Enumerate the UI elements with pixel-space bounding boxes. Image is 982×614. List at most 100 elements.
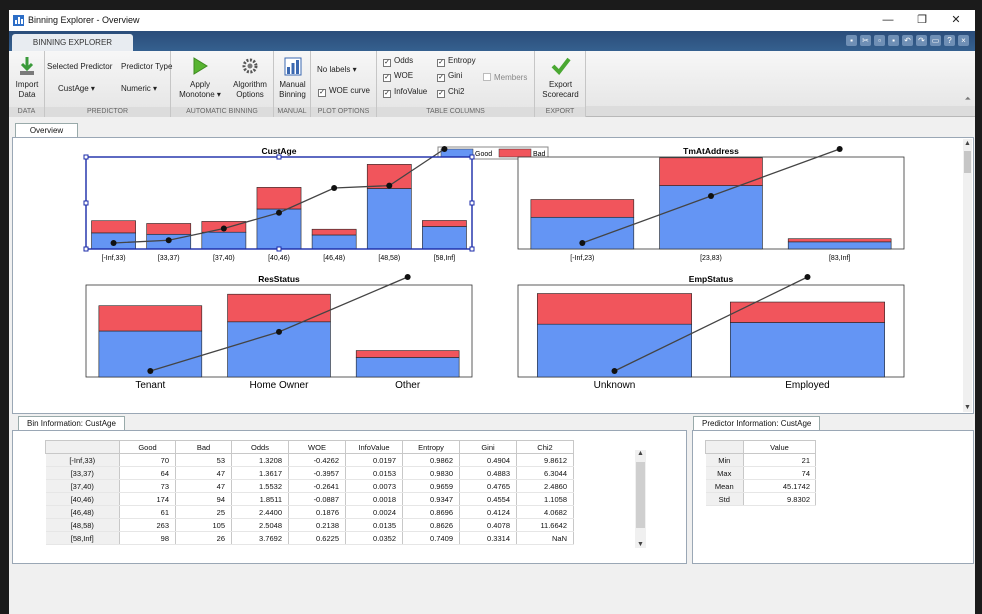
selection-handle[interactable] (469, 200, 475, 206)
tab-predictor-information[interactable]: Predictor Information: CustAge (693, 416, 821, 431)
paste-icon[interactable]: ▪ (888, 35, 899, 46)
restore-button[interactable]: ❐ (907, 12, 937, 28)
bar-good[interactable] (787, 241, 892, 250)
selection-handle[interactable] (83, 246, 89, 252)
manual-binning-button[interactable]: Manual Binning (276, 55, 309, 100)
table-row[interactable]: [40,46) 174 94 1.8511 -0.0887 0.0018 0.9347 0.4… (45, 492, 574, 506)
woe-point (147, 368, 154, 374)
column-header[interactable]: Entropy (402, 440, 460, 454)
woe-point (611, 368, 618, 374)
table-row[interactable]: [37,40) 73 47 1.5532 -0.2641 0.0073 0.9659 0.47… (45, 479, 574, 493)
scroll-down-icon[interactable]: ▼ (963, 404, 972, 411)
import-data-button[interactable]: Import Data (11, 55, 43, 100)
redo-icon[interactable]: ↷ (916, 35, 927, 46)
table-columns-group-label: TABLE COLUMNS (377, 107, 534, 117)
save-icon[interactable]: ▪ (846, 35, 857, 46)
column-header[interactable]: Chi2 (516, 440, 574, 454)
selection-handle[interactable] (469, 246, 475, 252)
selection-handle[interactable] (276, 246, 282, 252)
tick-label: Employed (785, 380, 829, 391)
bar-bad[interactable] (227, 293, 331, 323)
woe-point (331, 184, 338, 191)
bar-good[interactable] (366, 188, 412, 250)
close-icon[interactable]: × (958, 35, 969, 46)
column-header[interactable]: WOE (288, 440, 346, 454)
bar-bad[interactable] (311, 228, 357, 236)
infovalue-checkbox[interactable]: ✓ InfoValue (383, 87, 427, 98)
entropy-checkbox[interactable]: ✓ Entropy (437, 56, 476, 67)
chevron-down-icon: ▾ (216, 90, 221, 99)
bar-bad[interactable] (98, 305, 203, 332)
labels-dropdown[interactable]: No labels ▾ (317, 65, 357, 74)
scroll-up-icon[interactable]: ▲ (963, 140, 972, 147)
bin-information-table: Good Bad Odds WOE InfoValue Entropy Gini Chi2 [… (45, 440, 574, 545)
cut-icon[interactable]: ✂ (860, 35, 871, 46)
selection-handle[interactable] (83, 154, 89, 160)
table-row[interactable]: [48,58) 263 105 2.5048 0.2138 0.0135 0.8626 0.4… (45, 518, 574, 532)
layout-icon[interactable]: ▭ (930, 35, 941, 46)
table-scrollbar[interactable]: ▲ ▼ (635, 450, 646, 548)
bar-bad[interactable] (530, 199, 635, 218)
column-header[interactable]: Bad (175, 440, 232, 454)
plot-options-group: No labels ▾ ✓ WOE curve PLOT OPTIONS (311, 51, 377, 117)
woe-checkbox[interactable]: ✓ WOE (383, 71, 413, 82)
minimize-button[interactable]: — (873, 12, 903, 28)
selection-handle[interactable] (469, 154, 475, 160)
tab-overview[interactable]: Overview (15, 123, 78, 138)
table-row[interactable]: [46,48) 61 25 2.4400 0.1876 0.0024 0.8696 0.412… (45, 505, 574, 519)
bar-good[interactable] (311, 234, 357, 250)
gini-checkbox[interactable]: ✓ Gini (437, 71, 462, 82)
bar-good[interactable] (729, 322, 885, 378)
tick-label: Tenant (135, 380, 165, 391)
app-window: Binning Explorer - Overview — ❐ ✕ BINNIN… (9, 10, 975, 614)
algorithm-options-button[interactable]: Algorithm Options (228, 55, 272, 100)
bar-bad[interactable] (146, 223, 192, 235)
bar-bad[interactable] (536, 293, 692, 325)
column-header[interactable]: Odds (231, 440, 289, 454)
copy-icon[interactable]: ▫ (874, 35, 885, 46)
bar-good[interactable] (422, 226, 467, 250)
column-header[interactable]: Gini (459, 440, 517, 454)
bar-bad[interactable] (355, 350, 460, 358)
scroll-down-icon[interactable]: ▼ (635, 541, 646, 548)
chart-title: EmpStatus (689, 274, 734, 284)
undo-icon[interactable]: ↶ (902, 35, 913, 46)
chi2-checkbox[interactable]: ✓ Chi2 (437, 87, 464, 98)
column-header[interactable]: InfoValue (345, 440, 403, 454)
column-header[interactable]: Good (119, 440, 176, 454)
odds-checkbox[interactable]: ✓ Odds (383, 56, 413, 67)
predictor-type-dropdown[interactable]: Numeric ▾ (121, 84, 157, 93)
export-scorecard-button[interactable]: Export Scorecard (537, 55, 584, 100)
tick-label: [46,48) (323, 255, 345, 262)
members-checkbox[interactable]: Members (483, 73, 527, 82)
labels-dropdown-value: No labels (317, 65, 351, 74)
bar-bad[interactable] (659, 157, 763, 186)
tab-binning-explorer[interactable]: BINNING EXPLORER (12, 34, 133, 51)
scroll-up-icon[interactable]: ▲ (635, 450, 646, 457)
tick-label: Home Owner (250, 380, 310, 391)
selection-handle[interactable] (83, 200, 89, 206)
tab-bin-information[interactable]: Bin Information: CustAge (18, 416, 125, 431)
bar-good[interactable] (355, 357, 460, 378)
bar-bad[interactable] (787, 238, 892, 243)
close-window-button[interactable]: ✕ (941, 12, 971, 28)
woe-curve-checkbox[interactable]: ✓ WOE curve (318, 86, 370, 97)
bar-bad[interactable] (422, 220, 467, 227)
selected-predictor-dropdown[interactable]: CustAge ▾ (58, 84, 95, 93)
selection-handle[interactable] (276, 154, 282, 160)
bar-good[interactable] (201, 231, 247, 250)
table-scroll-thumb[interactable] (636, 462, 645, 528)
table-row[interactable]: [33,37) 64 47 1.3617 -0.3957 0.0153 0.9830 0.48… (45, 466, 574, 480)
row-header: Min (705, 453, 744, 467)
table-row[interactable]: [58,Inf] 98 26 3.7692 0.6225 0.0352 0.7409 0.33… (45, 531, 574, 545)
help-icon[interactable]: ? (944, 35, 955, 46)
table-cell: 11.6642 (516, 518, 574, 532)
table-cell: 9.8612 (516, 453, 574, 467)
bar-bad[interactable] (91, 220, 136, 234)
apply-monotone-button[interactable]: Apply Monotone ▾ (173, 55, 227, 100)
bar-bad[interactable] (729, 301, 885, 323)
collapse-ribbon-icon[interactable]: ⏶ (965, 94, 971, 104)
table-row[interactable]: [-Inf,33) 70 53 1.3208 -0.4262 0.0197 0.9862 0.… (45, 453, 574, 467)
scroll-thumb[interactable] (964, 151, 971, 173)
overview-scrollbar[interactable]: ▲ ▼ (963, 139, 972, 412)
